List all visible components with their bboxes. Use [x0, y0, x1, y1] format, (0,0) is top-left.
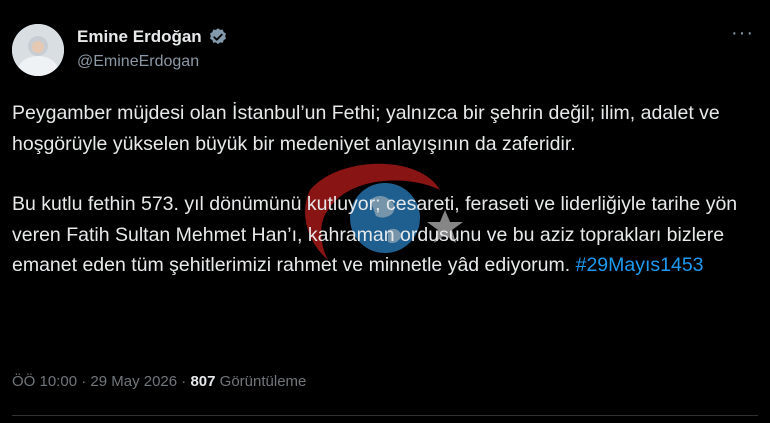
tweet-date[interactable]: 29 May 2026	[90, 373, 177, 390]
tweet-paragraph-1: Peygamber müjdesi olan İstanbul’un Fethi…	[12, 102, 720, 155]
display-name[interactable]: Emine Erdoğan	[77, 27, 202, 47]
display-name-row[interactable]: Emine Erdoğan	[77, 27, 228, 47]
tweet-text: Peygamber müjdesi olan İstanbul’un Fethi…	[12, 98, 760, 281]
tweet-time[interactable]: ÖÖ 10:00	[12, 373, 77, 390]
divider	[12, 415, 758, 416]
meta-separator: ·	[81, 373, 87, 390]
more-options-icon[interactable]: ···	[731, 22, 754, 45]
avatar-image	[12, 24, 64, 76]
hashtag-link[interactable]: #29Mayıs1453	[576, 254, 704, 276]
verified-badge-icon	[209, 28, 226, 45]
user-handle[interactable]: @EmineErdogan	[77, 53, 199, 71]
views-label: Görüntüleme	[219, 373, 307, 390]
avatar[interactable]	[12, 24, 64, 76]
meta-separator-2: ·	[181, 373, 187, 390]
tweet-paragraph-2: Bu kutlu fethin 573. yıl dönümünü kutluy…	[12, 189, 760, 281]
tweet-meta: ÖÖ 10:00 · 29 May 2026 · 807 Görüntüleme	[12, 373, 306, 390]
views-count: 807	[190, 373, 216, 390]
